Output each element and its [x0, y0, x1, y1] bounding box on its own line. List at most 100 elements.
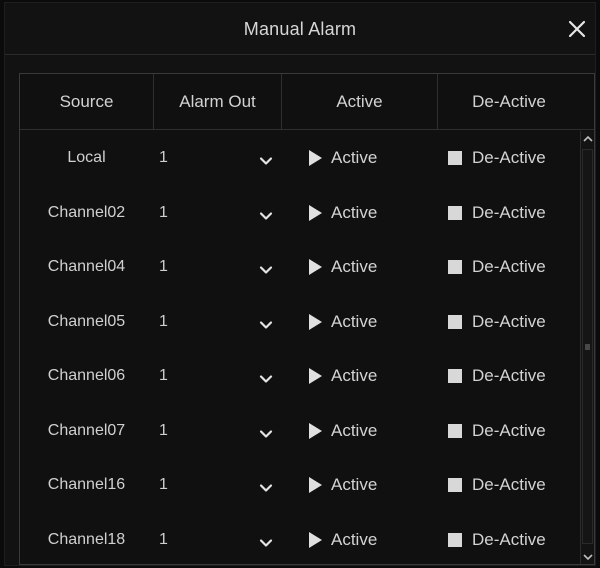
alarm-out-select[interactable]: 1: [153, 458, 281, 513]
active-label: Active: [331, 148, 378, 168]
chevron-down-icon[interactable]: [259, 535, 273, 547]
chevron-down-icon[interactable]: [259, 371, 273, 383]
active-label: Active: [331, 202, 378, 222]
table-body: Local 1 Active De-Active Channel02 1 Active De-…: [20, 131, 580, 564]
alarm-out-select[interactable]: 1: [153, 131, 281, 186]
active-button[interactable]: Active: [309, 404, 437, 459]
deactive-button[interactable]: De-Active: [445, 186, 580, 241]
deactive-label: De-Active: [472, 311, 546, 331]
chevron-down-icon[interactable]: [259, 426, 273, 438]
chevron-down-icon[interactable]: [259, 480, 273, 492]
alarm-out-value: 1: [159, 312, 168, 330]
alarm-out-value: 1: [159, 476, 168, 494]
source-cell: Channel05: [47, 312, 126, 330]
vertical-scrollbar[interactable]: [580, 131, 594, 564]
table-row: Local 1 Active De-Active: [20, 131, 580, 186]
play-icon: [309, 150, 322, 167]
deactive-label: De-Active: [472, 257, 546, 277]
table-row: Channel16 1 Active De-Active: [20, 458, 580, 513]
alarm-out-value: 1: [159, 367, 168, 385]
table-row: Channel07 1 Active De-Active: [20, 404, 580, 459]
stop-icon: [448, 423, 462, 438]
play-icon: [309, 368, 322, 385]
deactive-button[interactable]: De-Active: [445, 240, 580, 295]
deactive-button[interactable]: De-Active: [445, 131, 580, 186]
active-label: Active: [331, 257, 378, 277]
deactive-label: De-Active: [472, 420, 546, 440]
active-button[interactable]: Active: [309, 458, 437, 513]
deactive-button[interactable]: De-Active: [445, 295, 580, 350]
alarm-out-select[interactable]: 1: [153, 349, 281, 404]
stop-icon: [448, 151, 462, 166]
alarm-table: Source Alarm Out Active De-Active Local 1…: [19, 73, 595, 565]
deactive-label: De-Active: [472, 148, 546, 168]
deactive-label: De-Active: [472, 529, 546, 549]
deactive-button[interactable]: De-Active: [445, 513, 580, 565]
alarm-out-value: 1: [159, 258, 168, 276]
alarm-out-value: 1: [159, 203, 168, 221]
active-button[interactable]: Active: [309, 513, 437, 565]
deactive-label: De-Active: [472, 475, 546, 495]
table-row: Channel04 1 Active De-Active: [20, 240, 580, 295]
source-cell: Local: [67, 149, 106, 167]
stop-icon: [448, 260, 462, 275]
stop-icon: [448, 205, 462, 220]
chevron-down-icon[interactable]: [259, 208, 273, 220]
table-row: Channel05 1 Active De-Active: [20, 295, 580, 350]
play-icon: [309, 422, 322, 439]
table-row: Channel02 1 Active De-Active: [20, 186, 580, 241]
alarm-out-select[interactable]: 1: [153, 186, 281, 241]
play-icon: [309, 313, 322, 330]
table-row: Channel18 1 Active De-Active: [20, 513, 580, 565]
active-label: Active: [331, 475, 378, 495]
manual-alarm-dialog: Manual Alarm Source Alarm Out Active De-…: [4, 2, 596, 566]
source-cell: Channel06: [47, 367, 126, 385]
source-cell: Channel04: [47, 258, 126, 276]
deactive-button[interactable]: De-Active: [445, 404, 580, 459]
active-label: Active: [331, 529, 378, 549]
header-deactive: De-Active: [437, 74, 580, 130]
stop-icon: [448, 314, 462, 329]
alarm-out-value: 1: [159, 149, 168, 167]
play-icon: [309, 477, 322, 494]
active-button[interactable]: Active: [309, 240, 437, 295]
chevron-down-icon[interactable]: [259, 153, 273, 165]
source-cell: Channel07: [47, 421, 126, 439]
source-cell: Channel02: [47, 203, 126, 221]
grip-icon: [585, 343, 590, 350]
deactive-button[interactable]: De-Active: [445, 349, 580, 404]
active-label: Active: [331, 420, 378, 440]
play-icon: [309, 259, 322, 276]
scroll-down-icon[interactable]: [581, 550, 594, 564]
active-button[interactable]: Active: [309, 131, 437, 186]
active-button[interactable]: Active: [309, 186, 437, 241]
deactive-button[interactable]: De-Active: [445, 458, 580, 513]
active-button[interactable]: Active: [309, 349, 437, 404]
alarm-out-value: 1: [159, 421, 168, 439]
active-label: Active: [331, 366, 378, 386]
dialog-titlebar: Manual Alarm: [5, 3, 595, 55]
alarm-out-select[interactable]: 1: [153, 513, 281, 565]
table-header: Source Alarm Out Active De-Active: [20, 74, 594, 130]
table-row: Channel06 1 Active De-Active: [20, 349, 580, 404]
active-button[interactable]: Active: [309, 295, 437, 350]
alarm-out-select[interactable]: 1: [153, 240, 281, 295]
play-icon: [309, 531, 322, 548]
close-icon[interactable]: [567, 19, 587, 39]
alarm-out-value: 1: [159, 530, 168, 548]
header-active: Active: [281, 74, 437, 130]
active-label: Active: [331, 311, 378, 331]
dialog-title: Manual Alarm: [243, 19, 357, 39]
chevron-down-icon[interactable]: [259, 317, 273, 329]
chevron-down-icon[interactable]: [259, 262, 273, 274]
header-alarm-out: Alarm Out: [153, 74, 281, 130]
source-cell: Channel16: [47, 476, 126, 494]
play-icon: [309, 204, 322, 221]
header-source: Source: [59, 92, 114, 111]
stop-icon: [448, 369, 462, 384]
scroll-up-icon[interactable]: [581, 131, 594, 145]
alarm-out-select[interactable]: 1: [153, 295, 281, 350]
source-cell: Channel18: [47, 530, 126, 548]
scroll-thumb[interactable]: [582, 149, 593, 544]
alarm-out-select[interactable]: 1: [153, 404, 281, 459]
